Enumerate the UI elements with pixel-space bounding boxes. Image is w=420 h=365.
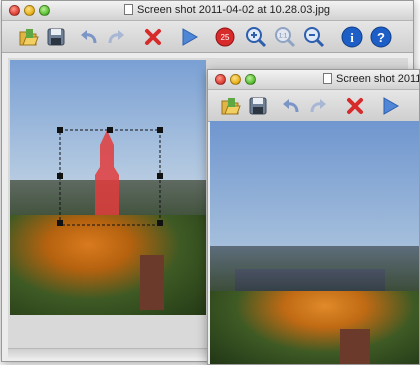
- delete-x-icon: [347, 98, 363, 114]
- close-button[interactable]: [215, 74, 226, 85]
- minimize-button[interactable]: [24, 5, 35, 16]
- size-badge-button[interactable]: 25: [213, 25, 237, 49]
- selection-handle[interactable]: [57, 173, 63, 179]
- selection-handle[interactable]: [107, 127, 113, 133]
- play-button[interactable]: [177, 25, 201, 49]
- selection-handle[interactable]: [57, 127, 63, 133]
- back-window-toolbar: 25 1:1 i ?: [2, 21, 413, 53]
- document-icon: [323, 73, 332, 84]
- delete-x-icon: [145, 29, 161, 45]
- save-button[interactable]: [44, 25, 68, 49]
- redo-button[interactable]: [307, 94, 331, 118]
- zoom-in-icon: [246, 27, 267, 48]
- info-icon: i: [341, 26, 363, 48]
- play-triangle-icon: [182, 28, 199, 46]
- front-window-titlebar[interactable]: Screen shot 2011-0: [208, 70, 419, 90]
- front-window-traffic-lights: [215, 74, 256, 85]
- front-window-title-text: Screen shot 2011-0: [336, 73, 419, 85]
- back-window-title-text: Screen shot 2011-04-02 at 10.28.03.jpg: [137, 4, 331, 16]
- red-circle-badge-icon: 25: [215, 27, 235, 47]
- save-button[interactable]: [246, 94, 270, 118]
- zoom-window-button[interactable]: [39, 5, 50, 16]
- highlighted-tower: [95, 130, 119, 215]
- open-folder-button[interactable]: [218, 94, 242, 118]
- zoom-in-button[interactable]: [244, 25, 268, 49]
- redo-icon: [108, 30, 124, 44]
- save-disk-icon: [249, 97, 267, 115]
- delete-button[interactable]: [343, 94, 367, 118]
- back-photo: [10, 60, 206, 315]
- info-glyph: i: [350, 30, 354, 45]
- undo-button[interactable]: [278, 94, 302, 118]
- play-triangle-icon: [383, 97, 400, 115]
- zoom-actual-size-button[interactable]: 1:1: [273, 25, 297, 49]
- minimize-button[interactable]: [230, 74, 241, 85]
- selection-handle[interactable]: [157, 173, 163, 179]
- save-disk-icon: [47, 28, 65, 46]
- selection-overlay[interactable]: [55, 120, 165, 230]
- open-folder-icon: [19, 29, 39, 46]
- front-photo-trees: [210, 291, 419, 364]
- back-photo-chimney: [140, 255, 164, 310]
- zoom-out-icon: [304, 27, 325, 48]
- badge-text: 25: [221, 33, 230, 42]
- zoom-out-button[interactable]: [302, 25, 326, 49]
- play-button[interactable]: [378, 94, 402, 118]
- redo-icon: [310, 99, 326, 113]
- help-button[interactable]: ?: [369, 25, 393, 49]
- back-window-title: Screen shot 2011-04-02 at 10.28.03.jpg: [124, 4, 330, 16]
- front-window-title: Screen shot 2011-0: [323, 73, 419, 85]
- front-image-window: Screen shot 2011-0: [207, 69, 420, 365]
- zoom-actual-glyph: 1:1: [279, 34, 288, 40]
- open-folder-icon: [221, 98, 241, 115]
- open-folder-button[interactable]: [16, 25, 40, 49]
- document-icon: [124, 4, 133, 15]
- delete-button[interactable]: [141, 25, 165, 49]
- help-glyph: ?: [377, 30, 385, 45]
- close-button[interactable]: [9, 5, 20, 16]
- back-photo-trees: [10, 215, 206, 315]
- back-window-titlebar[interactable]: Screen shot 2011-04-02 at 10.28.03.jpg: [2, 1, 413, 21]
- zoom-actual-icon: 1:1: [275, 27, 296, 48]
- undo-button[interactable]: [76, 25, 100, 49]
- undo-icon: [81, 30, 97, 44]
- undo-icon: [283, 99, 299, 113]
- front-image-canvas[interactable]: [210, 121, 419, 364]
- selection-handle[interactable]: [57, 220, 63, 226]
- info-button[interactable]: i: [340, 25, 364, 49]
- front-window-toolbar: [208, 90, 419, 122]
- front-photo-sky: [210, 121, 419, 256]
- back-window-traffic-lights: [9, 5, 50, 16]
- help-icon: ?: [370, 26, 392, 48]
- zoom-window-button[interactable]: [245, 74, 256, 85]
- selection-handle[interactable]: [157, 220, 163, 226]
- selection-handle[interactable]: [157, 127, 163, 133]
- redo-button[interactable]: [105, 25, 129, 49]
- front-photo-chimney: [340, 329, 370, 364]
